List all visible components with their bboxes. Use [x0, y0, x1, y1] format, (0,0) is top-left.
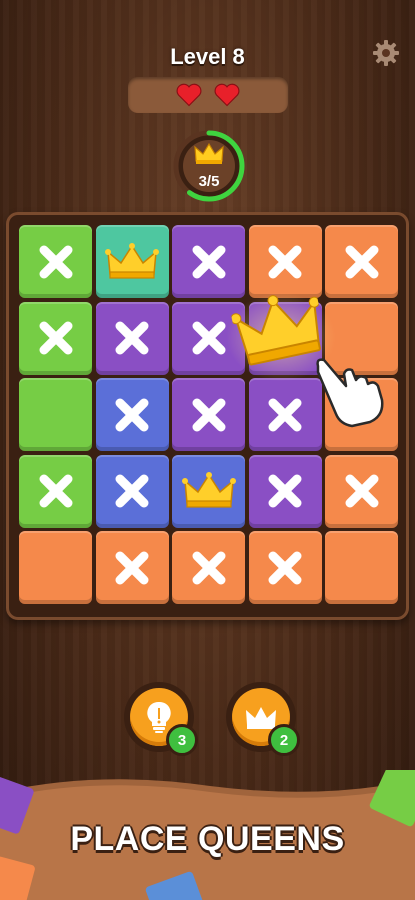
board-cell[interactable] — [325, 454, 398, 528]
board-cell[interactable] — [19, 454, 92, 528]
x-mark-icon — [115, 321, 149, 355]
board-cell[interactable] — [325, 225, 398, 298]
x-mark-icon — [192, 321, 225, 355]
board-cell[interactable] — [172, 531, 245, 604]
hint-button[interactable]: 3 — [124, 682, 198, 756]
queen-progress: 3/5 — [171, 128, 247, 204]
x-mark-icon — [192, 398, 225, 431]
x-mark-icon — [39, 474, 72, 508]
heart-icon — [176, 83, 202, 107]
board-cell[interactable] — [19, 378, 92, 451]
board-cell[interactable] — [95, 225, 169, 298]
board-cell[interactable] — [19, 301, 92, 375]
heart-icon — [214, 83, 240, 107]
lives-panel — [128, 77, 288, 113]
x-mark-icon — [268, 474, 302, 508]
board-cell[interactable] — [95, 454, 169, 528]
board-cell[interactable] — [95, 378, 169, 451]
queen-crown-icon — [105, 242, 159, 279]
board-cell[interactable] — [172, 378, 245, 451]
board-cell[interactable] — [19, 225, 92, 298]
board-cell[interactable] — [172, 225, 245, 298]
x-mark-icon — [39, 321, 72, 355]
board-cell[interactable] — [19, 531, 92, 604]
x-mark-icon — [192, 551, 225, 584]
board-cell[interactable] — [172, 454, 245, 528]
x-mark-icon — [268, 245, 302, 278]
x-mark-icon — [115, 474, 149, 508]
x-mark-icon — [345, 474, 378, 508]
x-mark-icon — [192, 245, 225, 278]
crown-booster-button[interactable]: 2 — [226, 682, 300, 756]
level-title: Level 8 — [170, 44, 245, 69]
footer-caption: PLACE QUEENS — [70, 820, 345, 858]
x-mark-icon — [268, 398, 302, 431]
gear-icon[interactable] — [369, 36, 403, 70]
x-mark-icon — [115, 551, 149, 584]
crown-icon — [194, 142, 224, 164]
pointing-hand-icon — [316, 358, 384, 428]
progress-count: 3/5 — [198, 173, 220, 190]
hint-count-badge: 3 — [166, 724, 198, 756]
queen-crown-icon — [181, 472, 236, 508]
board-cell[interactable] — [248, 454, 322, 528]
board-cell[interactable] — [248, 378, 322, 451]
x-mark-icon — [39, 245, 72, 278]
crown-count-badge: 2 — [268, 724, 300, 756]
board-cell[interactable] — [95, 531, 169, 604]
x-mark-icon — [268, 551, 302, 584]
x-mark-icon — [345, 245, 378, 278]
board-cell[interactable] — [95, 301, 169, 375]
x-mark-icon — [115, 398, 149, 431]
board-cell[interactable] — [248, 531, 322, 604]
board-cell[interactable] — [325, 531, 398, 604]
